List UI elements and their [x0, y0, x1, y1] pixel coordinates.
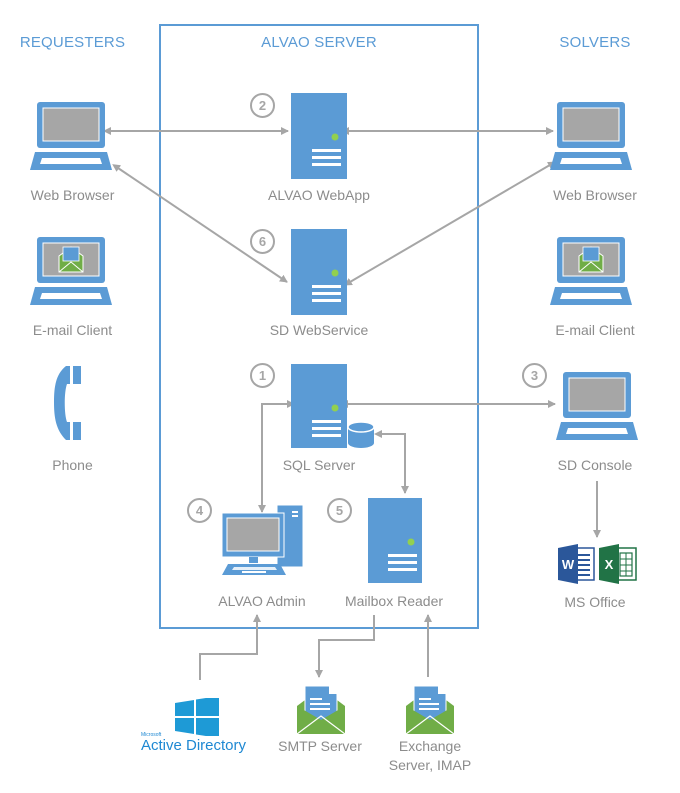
- sd-console-label: SD Console: [557, 457, 633, 473]
- arrow-webservice-solver: [343, 161, 556, 286]
- badge-number: 4: [187, 498, 212, 523]
- phone-icon[interactable]: [52, 364, 92, 444]
- badge-number: 3: [522, 363, 547, 388]
- exchange-label-line1: Exchange: [398, 738, 462, 754]
- exchange-email-envelope-icon[interactable]: [406, 684, 454, 736]
- solver-browser-label: Web Browser: [553, 187, 637, 203]
- windows-logo-icon[interactable]: [175, 698, 219, 736]
- solver-email-label: E-mail Client: [555, 322, 635, 338]
- solver-email-laptop-icon[interactable]: [550, 235, 640, 307]
- solver-browser-laptop-icon[interactable]: [550, 100, 640, 172]
- webapp-label: ALVAO WebApp: [268, 187, 370, 203]
- word-icon: W: [558, 544, 595, 584]
- mailbox-reader-label: Mailbox Reader: [344, 593, 444, 609]
- exchange-label-line2: Server, IMAP: [388, 757, 472, 773]
- webservice-label: SD WebService: [269, 322, 369, 338]
- sql-server-label: SQL Server: [282, 457, 356, 473]
- arrow-mailbox-smtp: [315, 615, 375, 678]
- arrow-ad-admin: [199, 614, 261, 680]
- badge-number: 5: [327, 498, 352, 523]
- database-icon: [347, 421, 375, 448]
- svg-text:X: X: [605, 557, 614, 572]
- arrow-requester-webservice: [112, 164, 288, 283]
- excel-icon: X: [599, 544, 637, 584]
- svg-text:W: W: [562, 557, 575, 572]
- badge-number: 6: [250, 229, 275, 254]
- badge-number: 2: [250, 93, 275, 118]
- ms-office-icon[interactable]: W X: [558, 544, 640, 584]
- requester-browser-laptop-icon[interactable]: [30, 100, 120, 172]
- requester-email-label: E-mail Client: [32, 322, 113, 338]
- webapp-server-icon[interactable]: [291, 93, 347, 179]
- requester-email-laptop-icon[interactable]: [30, 235, 120, 307]
- badge-number: 1: [250, 363, 275, 388]
- admin-desktop-pc-icon[interactable]: [220, 505, 310, 581]
- webservice-server-icon[interactable]: [291, 229, 347, 315]
- ms-office-label: MS Office: [564, 594, 626, 610]
- requester-browser-label: Web Browser: [30, 187, 115, 203]
- smtp-email-envelope-icon[interactable]: [297, 684, 345, 736]
- sd-console-laptop-icon[interactable]: [556, 370, 646, 442]
- active-directory-label: Active Directory: [141, 737, 247, 754]
- sql-server-icon[interactable]: [291, 364, 381, 450]
- phone-label: Phone: [52, 457, 93, 473]
- mailbox-reader-server-icon[interactable]: [368, 498, 424, 584]
